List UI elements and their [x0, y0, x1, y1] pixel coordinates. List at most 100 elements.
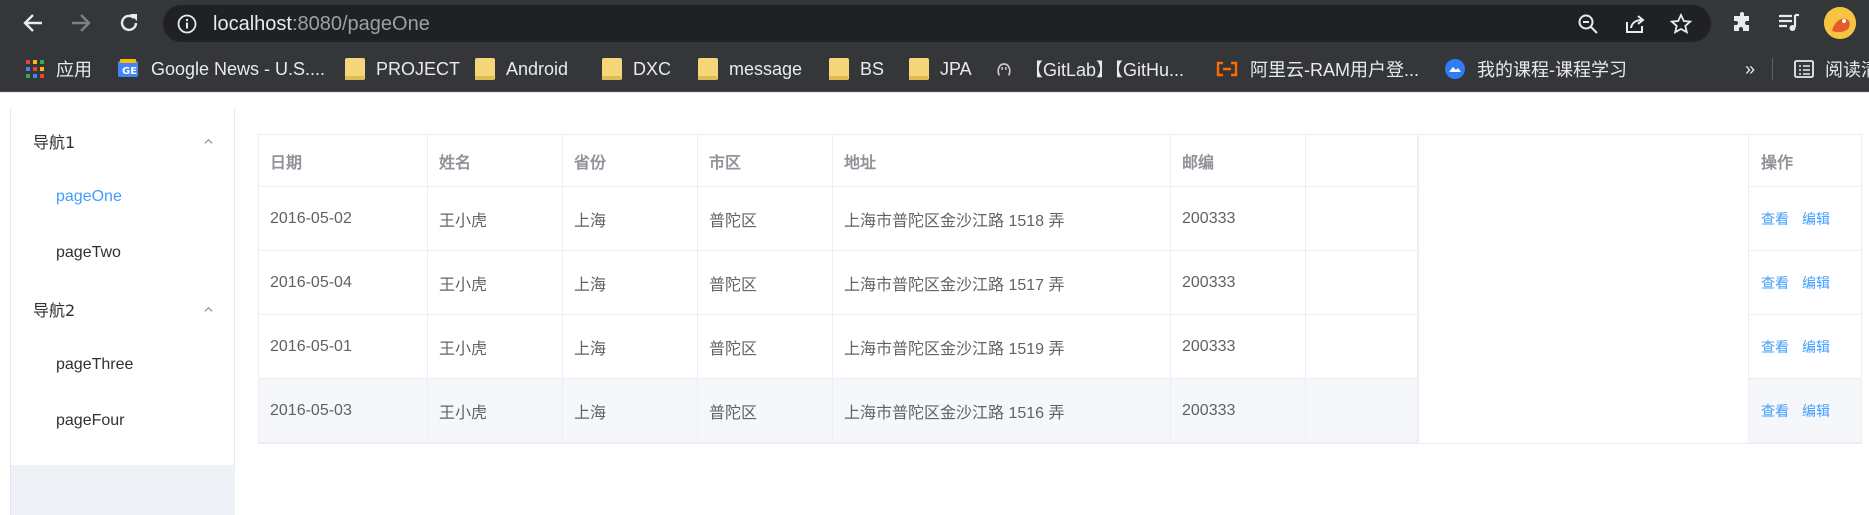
table-row-actions: 查看 编辑 — [1750, 379, 1861, 443]
arrow-left-icon — [23, 14, 42, 32]
profile-avatar[interactable] — [1824, 7, 1856, 39]
menu-item-label: pageTwo — [56, 244, 121, 261]
edit-button[interactable]: 编辑 — [1802, 273, 1830, 293]
bookmarks-overflow-button[interactable]: » — [1745, 56, 1755, 82]
cell-actions: 查看 编辑 — [1750, 315, 1861, 378]
star-icon[interactable] — [1670, 13, 1692, 35]
cell-zip: 200333 — [1171, 187, 1306, 250]
cell-zip: 200333 — [1171, 251, 1306, 314]
bookmark-label: 【GitLab】【GitHu... — [1025, 60, 1185, 80]
reading-list-button[interactable]: 阅读清 — [1794, 56, 1869, 82]
table-row-actions: 查看 编辑 — [1750, 187, 1861, 251]
cell-province: 上海 — [563, 187, 698, 250]
bookmark-google-news[interactable]: GE Google News - U.S.... — [116, 56, 325, 82]
folder-icon — [345, 58, 365, 80]
cell-spacer — [1306, 315, 1418, 378]
arrow-right-icon — [72, 14, 91, 32]
bookmark-label: message — [729, 58, 803, 79]
bookmark-label: Google News - U.S.... — [151, 58, 326, 79]
view-button[interactable]: 查看 — [1761, 337, 1789, 357]
view-button[interactable]: 查看 — [1761, 273, 1789, 293]
forward-button[interactable] — [65, 7, 97, 39]
cell-date: 2016-05-03 — [259, 379, 428, 442]
bookmark-dxc[interactable]: DXC — [602, 56, 671, 82]
menu-item-pagethree[interactable]: pageThree — [11, 337, 235, 393]
bookmark-label: DXC — [633, 58, 672, 79]
bookmark-android[interactable]: Android — [475, 56, 568, 82]
cell-date: 2016-05-02 — [259, 187, 428, 250]
column-header-address: 地址 — [833, 135, 1171, 186]
cell-date: 2016-05-04 — [259, 251, 428, 314]
back-button[interactable] — [17, 7, 49, 39]
cell-spacer — [1306, 251, 1418, 314]
menu-item-label: pageOne — [56, 188, 122, 205]
cell-address: 上海市普陀区金沙江路 1516 弄 — [833, 379, 1171, 442]
view-button[interactable]: 查看 — [1761, 209, 1789, 229]
page-content: 导航1 pageOne pageTwo 导航2 pageThree pageFo… — [0, 92, 1869, 515]
bookmark-message[interactable]: message — [698, 56, 802, 82]
column-header-operations: 操作 — [1761, 154, 1794, 172]
submenu-title-label: 导航1 — [33, 133, 76, 152]
bookmark-label: BS — [860, 58, 885, 79]
cell-city: 普陀区 — [698, 251, 833, 314]
cell-name: 王小虎 — [428, 251, 563, 314]
nav-menu: 导航1 pageOne pageTwo 导航2 pageThree pageFo… — [11, 109, 235, 465]
submenu-nav2[interactable]: 导航2 — [11, 281, 235, 337]
menu-item-pageone[interactable]: pageOne — [11, 169, 235, 225]
info-icon[interactable] — [177, 14, 197, 34]
cell-zip: 200333 — [1171, 379, 1306, 442]
extensions-icon[interactable] — [1730, 11, 1754, 35]
column-header-city: 市区 — [698, 135, 833, 186]
course-icon — [1445, 59, 1465, 79]
bookmark-label: 我的课程-课程学习 — [1477, 60, 1627, 80]
edit-button[interactable]: 编辑 — [1802, 209, 1830, 229]
cell-city: 普陀区 — [698, 315, 833, 378]
table-header-row: 操作 — [1750, 135, 1861, 187]
media-control-icon[interactable] — [1777, 11, 1801, 35]
google-news-icon: GE — [118, 59, 138, 77]
menu-item-label: pageFour — [56, 412, 125, 429]
bookmark-apps[interactable]: 应用 — [25, 56, 92, 82]
share-icon[interactable] — [1624, 13, 1646, 35]
column-header-province: 省份 — [563, 135, 698, 186]
cell-address: 上海市普陀区金沙江路 1518 弄 — [833, 187, 1171, 250]
column-header-spacer — [1306, 135, 1418, 186]
edit-button[interactable]: 编辑 — [1802, 337, 1830, 357]
cell-province: 上海 — [563, 251, 698, 314]
cell-actions: 查看 编辑 — [1750, 251, 1861, 314]
address-bar[interactable]: localhost:8080/pageOne — [163, 5, 1711, 42]
github-icon — [997, 63, 1011, 76]
cell-address: 上海市普陀区金沙江路 1517 弄 — [833, 251, 1171, 314]
edit-button[interactable]: 编辑 — [1802, 401, 1830, 421]
reading-list-icon — [1794, 60, 1814, 78]
cell-name: 王小虎 — [428, 187, 563, 250]
bookmark-bs[interactable]: BS — [829, 56, 884, 82]
bookmark-jpa[interactable]: JPA — [909, 56, 972, 82]
bookmark-label: PROJECT — [376, 58, 461, 79]
bookmark-aliyun[interactable]: 阿里云-RAM用户登... — [1215, 56, 1419, 82]
view-button[interactable]: 查看 — [1761, 401, 1789, 421]
apps-grid-icon — [26, 60, 44, 78]
submenu-nav1[interactable]: 导航1 — [11, 113, 235, 169]
folder-icon — [909, 58, 929, 80]
chevron-up-icon — [204, 138, 213, 144]
bookmark-gitlab[interactable]: 【GitLab】【GitHu... — [994, 56, 1184, 82]
zoom-icon[interactable] — [1577, 13, 1599, 35]
bookmark-project[interactable]: PROJECT — [345, 56, 460, 82]
cell-name: 王小虎 — [428, 379, 563, 442]
table-row-actions: 查看 编辑 — [1750, 315, 1861, 379]
folder-icon — [602, 58, 622, 80]
bookmark-label: 阿里云-RAM用户登... — [1250, 60, 1419, 80]
cell-province: 上海 — [563, 315, 698, 378]
bookmark-label: Android — [506, 58, 569, 79]
bookmark-course[interactable]: 我的课程-课程学习 — [1444, 56, 1627, 82]
bookmarks-bar: 应用 GE Google News - U.S.... PROJECT Andr… — [0, 46, 1869, 92]
bookmarks-divider — [1772, 58, 1773, 80]
reload-button[interactable] — [113, 7, 145, 39]
menu-item-pagetwo[interactable]: pageTwo — [11, 225, 235, 281]
menu-item-pagefour[interactable]: pageFour — [11, 393, 235, 449]
column-header-name: 姓名 — [428, 135, 563, 186]
cell-province: 上海 — [563, 379, 698, 442]
overflow-label: » — [1745, 58, 1756, 79]
reload-icon — [120, 14, 138, 32]
